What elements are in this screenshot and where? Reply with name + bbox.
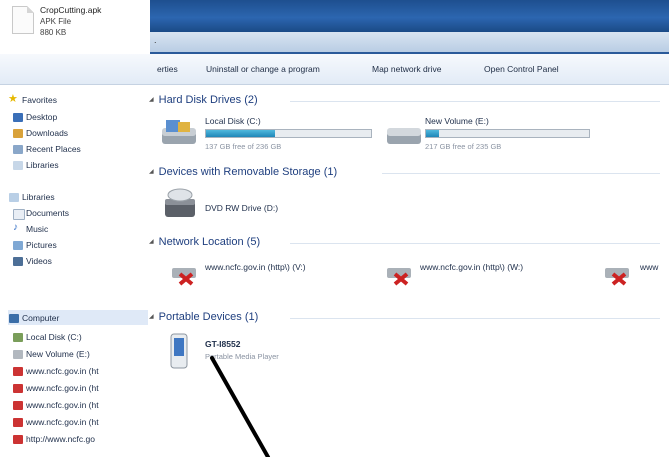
annotation-line xyxy=(210,356,270,457)
